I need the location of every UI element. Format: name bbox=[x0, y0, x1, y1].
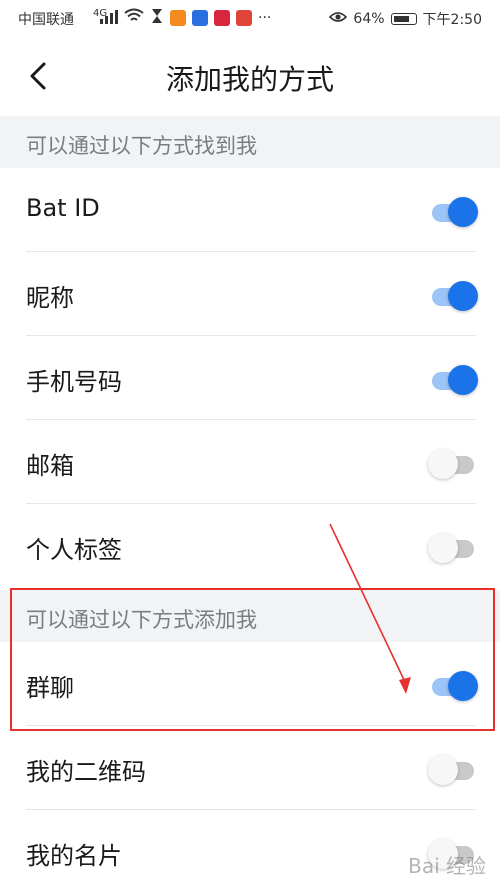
app-icon-blue bbox=[192, 10, 208, 26]
setting-label: 手机号码 bbox=[26, 368, 122, 396]
status-bar: 中国联通 4G ··· 64% 下午2:50 bbox=[0, 0, 500, 36]
setting-label: 我的二维码 bbox=[26, 758, 146, 786]
battery-percent: 64% bbox=[353, 11, 385, 27]
annotation-highlight-box bbox=[10, 588, 495, 731]
hourglass-icon bbox=[150, 8, 164, 28]
toggle-switch[interactable] bbox=[428, 364, 478, 395]
more-icon: ··· bbox=[258, 10, 272, 26]
setting-label: 我的名片 bbox=[26, 842, 122, 870]
setting-label: 个人标签 bbox=[26, 536, 122, 564]
setting-label: 邮箱 bbox=[26, 452, 74, 480]
toggle-switch[interactable] bbox=[428, 196, 478, 227]
carrier-name: 中国联通 bbox=[18, 12, 74, 28]
app-icon-red-2 bbox=[236, 10, 252, 26]
setting-row-bat-id[interactable]: Bat ID bbox=[0, 168, 500, 252]
setting-row-tags[interactable]: 个人标签 bbox=[0, 504, 500, 588]
wifi-icon bbox=[124, 8, 144, 28]
notification-icons: ··· bbox=[124, 8, 271, 28]
eye-icon bbox=[329, 11, 348, 27]
nav-bar: 添加我的方式 bbox=[0, 36, 500, 116]
setting-label: 昵称 bbox=[26, 284, 74, 312]
section-header-find-me: 可以通过以下方式找到我 bbox=[0, 116, 500, 168]
app-icon-red bbox=[214, 10, 230, 26]
section-header-label: 可以通过以下方式找到我 bbox=[26, 134, 257, 158]
status-right: 64% 下午2:50 bbox=[329, 9, 482, 29]
page-title: 添加我的方式 bbox=[165, 63, 334, 96]
setting-row-qr-code[interactable]: 我的二维码 bbox=[0, 726, 500, 810]
watermark-logo: Bai 经验 bbox=[408, 854, 486, 878]
app-icon-orange bbox=[170, 10, 186, 26]
battery-icon bbox=[390, 13, 417, 25]
setting-label: Bat ID bbox=[26, 194, 100, 222]
toggle-switch[interactable] bbox=[428, 754, 478, 785]
setting-row-phone[interactable]: 手机号码 bbox=[0, 336, 500, 420]
toggle-switch[interactable] bbox=[428, 532, 478, 563]
setting-row-email[interactable]: 邮箱 bbox=[0, 420, 500, 504]
clock: 下午2:50 bbox=[422, 12, 482, 28]
signal-icon bbox=[100, 10, 118, 24]
toggle-switch[interactable] bbox=[428, 448, 478, 479]
toggle-switch[interactable] bbox=[428, 280, 478, 311]
setting-row-nickname[interactable]: 昵称 bbox=[0, 252, 500, 336]
